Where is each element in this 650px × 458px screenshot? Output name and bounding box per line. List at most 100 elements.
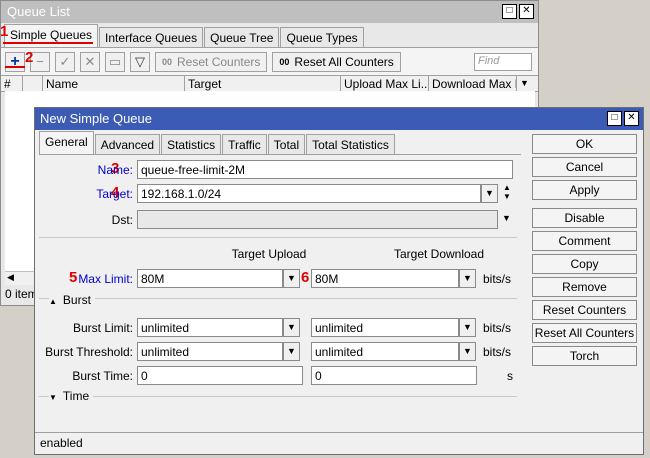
- annotation-1: 1: [0, 23, 9, 40]
- reset-all-counters-button[interactable]: Reset All Counters: [532, 323, 637, 343]
- time-section-label: Time: [62, 389, 90, 403]
- disable-button[interactable]: ✕: [80, 51, 100, 72]
- target-label[interactable]: Target:: [89, 187, 133, 201]
- counter-icon: 00: [162, 56, 173, 67]
- queue-list-status: 0 item: [5, 287, 38, 301]
- max-limit-unit: bits/s: [483, 272, 512, 286]
- x-icon: ✕: [84, 53, 96, 69]
- burst-limit-unit: bits/s: [483, 321, 512, 335]
- target-input[interactable]: 192.168.1.0/24: [137, 184, 481, 203]
- burst-limit-label: Burst Limit:: [72, 321, 133, 335]
- list-header: # Name Target Upload Max Li... Download …: [1, 75, 538, 92]
- tab-queue-types[interactable]: Queue Types: [280, 27, 364, 47]
- add-button[interactable]: +: [5, 51, 25, 72]
- filter-button[interactable]: ▽: [130, 51, 150, 72]
- separator: [39, 237, 517, 238]
- comment-icon: ▭: [108, 53, 122, 69]
- reset-all-counters-label: Reset All Counters: [294, 54, 394, 69]
- comment-button[interactable]: Comment: [532, 231, 637, 251]
- annotation-underline-1: [3, 42, 93, 44]
- collapse-triangle-icon: ▲: [49, 297, 57, 306]
- reset-counters-label: Reset Counters: [177, 54, 261, 69]
- tab-traffic[interactable]: Traffic: [222, 134, 267, 154]
- dst-label: Dst:: [111, 213, 133, 227]
- max-limit-label[interactable]: Max Limit:: [69, 272, 133, 286]
- max-limit-download-input[interactable]: 80M: [311, 269, 459, 288]
- new-queue-status: enabled: [35, 432, 643, 454]
- apply-button[interactable]: Apply: [532, 180, 637, 200]
- close-icon[interactable]: ✕: [519, 4, 534, 19]
- comment-button[interactable]: ▭: [105, 51, 125, 72]
- max-limit-upload-input[interactable]: 80M: [137, 269, 283, 288]
- burst-limit-download-dropdown-icon[interactable]: ▼: [459, 318, 476, 337]
- column-flags[interactable]: [23, 76, 43, 91]
- column-name[interactable]: Name: [43, 76, 185, 91]
- filter-icon: ▽: [135, 53, 145, 69]
- burst-threshold-download-input[interactable]: unlimited: [311, 342, 459, 361]
- enable-button[interactable]: ✓: [55, 51, 75, 72]
- name-input[interactable]: queue-free-limit-2M: [137, 160, 513, 179]
- burst-section-toggle[interactable]: ▲ Burst: [49, 293, 95, 307]
- new-simple-queue-window: New Simple Queue □ ✕ General Advanced St…: [34, 107, 644, 455]
- column-upload-max-limit[interactable]: Upload Max Li...: [341, 76, 429, 91]
- queue-list-toolbar: + − ✓ ✕ ▭ ▽ 00 Reset Counters 00 Reset A…: [1, 47, 538, 75]
- reset-counters-button[interactable]: 00 Reset Counters: [155, 51, 268, 72]
- annotation-2: 2: [25, 49, 34, 66]
- tab-general[interactable]: General: [39, 131, 94, 154]
- name-label[interactable]: Name:: [89, 163, 133, 177]
- dst-input[interactable]: [137, 210, 498, 229]
- remove-button[interactable]: Remove: [532, 277, 637, 297]
- reset-all-counters-button[interactable]: 00 Reset All Counters: [272, 51, 401, 72]
- burst-section-label: Burst: [62, 293, 91, 307]
- torch-button[interactable]: Torch: [532, 346, 637, 366]
- tab-total-statistics[interactable]: Total Statistics: [306, 134, 395, 154]
- burst-threshold-unit: bits/s: [483, 345, 512, 359]
- column-download-max-limit[interactable]: Download Max L...: [429, 76, 517, 91]
- annotation-underline-2: [5, 66, 25, 68]
- burst-time-upload-input[interactable]: 0: [137, 366, 303, 385]
- max-limit-upload-dropdown-icon[interactable]: ▼: [283, 269, 300, 288]
- burst-threshold-label: Burst Threshold:: [45, 345, 133, 359]
- burst-limit-download-input[interactable]: unlimited: [311, 318, 459, 337]
- dst-dropdown-icon[interactable]: ▼: [502, 213, 511, 223]
- expand-triangle-icon: ▼: [49, 393, 57, 402]
- separator: [39, 396, 517, 397]
- tab-advanced[interactable]: Advanced: [94, 134, 161, 154]
- target-download-header: Target Download: [393, 247, 485, 261]
- queue-list-titlebar[interactable]: Queue List □ ✕: [1, 1, 538, 23]
- minus-icon: −: [36, 54, 44, 69]
- target-dropdown-icon[interactable]: ▼: [481, 184, 498, 203]
- tab-interface-queues[interactable]: Interface Queues: [99, 27, 204, 47]
- cancel-button[interactable]: Cancel: [532, 157, 637, 177]
- new-queue-titlebar[interactable]: New Simple Queue □ ✕: [35, 108, 643, 130]
- max-limit-download-dropdown-icon[interactable]: ▼: [459, 269, 476, 288]
- maximize-icon[interactable]: □: [607, 111, 622, 126]
- column-target[interactable]: Target: [185, 76, 341, 91]
- action-buttons: OK Cancel Apply Disable Comment Copy Rem…: [532, 134, 637, 369]
- burst-limit-upload-dropdown-icon[interactable]: ▼: [283, 318, 300, 337]
- general-tab-panel: 3 Name: queue-free-limit-2M 4 Target: 19…: [39, 154, 521, 432]
- disable-button[interactable]: Disable: [532, 208, 637, 228]
- tab-statistics[interactable]: Statistics: [161, 134, 222, 154]
- annotation-6: 6: [301, 269, 310, 286]
- find-input[interactable]: Find: [474, 52, 532, 71]
- reset-counters-button[interactable]: Reset Counters: [532, 300, 637, 320]
- columns-dropdown-icon[interactable]: ▼: [517, 76, 531, 91]
- tab-total[interactable]: Total: [267, 134, 306, 154]
- tab-queue-tree[interactable]: Queue Tree: [204, 27, 280, 47]
- target-updown-icon[interactable]: ▲ ▼: [503, 183, 511, 201]
- target-upload-header: Target Upload: [231, 247, 307, 261]
- time-section-toggle[interactable]: ▼ Time: [49, 389, 94, 403]
- close-icon[interactable]: ✕: [624, 111, 639, 126]
- burst-threshold-upload-dropdown-icon[interactable]: ▼: [283, 342, 300, 361]
- copy-button[interactable]: Copy: [532, 254, 637, 274]
- column-number[interactable]: #: [1, 76, 23, 91]
- burst-time-unit: s: [507, 369, 513, 383]
- burst-limit-upload-input[interactable]: unlimited: [137, 318, 283, 337]
- maximize-icon[interactable]: □: [502, 4, 517, 19]
- burst-threshold-download-dropdown-icon[interactable]: ▼: [459, 342, 476, 361]
- ok-button[interactable]: OK: [532, 134, 637, 154]
- queue-list-title: Queue List: [7, 4, 70, 19]
- burst-time-download-input[interactable]: 0: [311, 366, 477, 385]
- burst-threshold-upload-input[interactable]: unlimited: [137, 342, 283, 361]
